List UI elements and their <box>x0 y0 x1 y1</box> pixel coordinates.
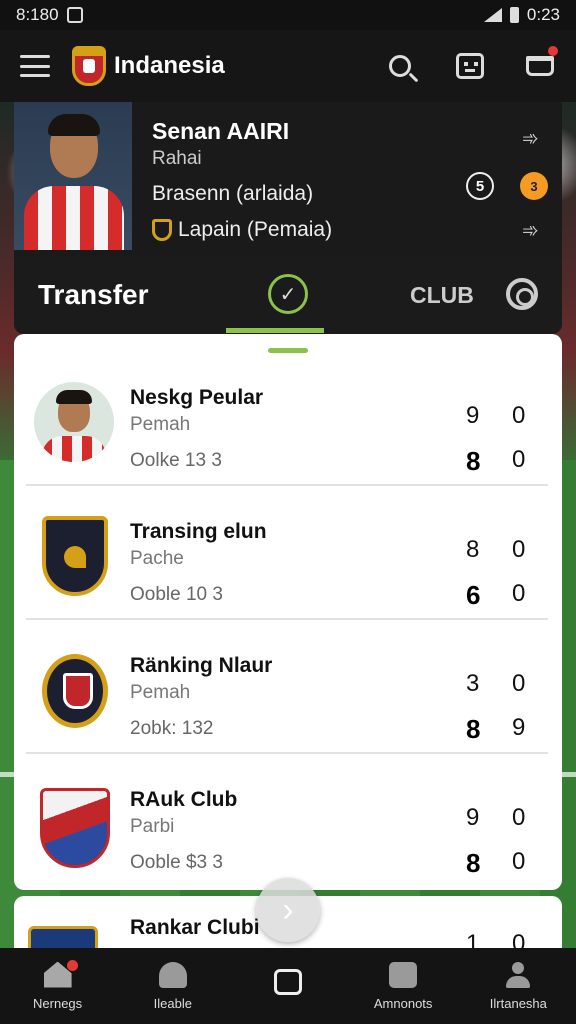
status-time-left: 8:180 <box>16 5 59 24</box>
stat-4: 0 <box>512 848 526 875</box>
stat-2: 0 <box>512 804 526 831</box>
search-button[interactable] <box>384 50 416 82</box>
profile-face-button[interactable] <box>454 50 486 82</box>
next-fab-button[interactable]: › <box>256 878 320 942</box>
nav-item-center[interactable] <box>233 969 343 1003</box>
status-bar: 8:180 0:23 <box>0 0 576 30</box>
club-list: Neskg Peular Pemah Oolke 13 3 9 0 8 0 Tr… <box>14 334 562 890</box>
cart-icon <box>526 56 554 76</box>
list-item-meta: 2obk: 132 <box>130 718 214 739</box>
stat-2: 0 <box>512 670 526 697</box>
club-crest-icon <box>72 46 106 86</box>
hamburger-icon[interactable] <box>20 55 50 77</box>
notification-dot <box>66 959 78 971</box>
check-circle-icon[interactable]: ✓ <box>268 274 308 314</box>
player-club: Brasenn (arlaida) <box>152 182 314 205</box>
stat-3: 8 <box>466 714 481 744</box>
cart-button[interactable] <box>524 46 558 82</box>
player-subtitle: Rahai <box>152 148 202 169</box>
list-item-name: RAuk Club <box>130 788 238 811</box>
status-time-right: 0:23 <box>526 5 560 24</box>
club-crest-icon <box>40 788 110 868</box>
stat-4: 0 <box>512 580 526 607</box>
list-item[interactable]: Neskg Peular Pemah Oolke 13 3 9 0 8 0 <box>26 352 548 486</box>
shield-icon <box>152 219 172 241</box>
player-badge-left[interactable]: 5 <box>466 172 494 200</box>
person-icon <box>504 961 532 988</box>
list-item[interactable]: Transing elun Pache Ooble 10 3 8 0 6 0 <box>26 486 548 620</box>
app-bar: Indanesia <box>0 30 576 102</box>
nav-label: Ilrtanesha <box>489 995 547 1011</box>
bottom-nav: Nernegs Ileable Amnonots Ilrtanesha <box>0 948 576 1024</box>
avatar <box>34 382 114 462</box>
square-icon <box>273 969 302 995</box>
nav-item-announcements[interactable]: Amnonots <box>348 961 458 1011</box>
list-item-sub: Parbi <box>130 816 175 837</box>
forward-arrow-icon[interactable]: ➾ <box>522 218 539 243</box>
player-position-label: Lapain (Pemaia) <box>178 218 333 241</box>
stat-1: 9 <box>466 804 480 831</box>
nav-item-home[interactable]: Nernegs <box>3 959 113 1011</box>
list-item-name: Transing elun <box>130 520 267 543</box>
stat-4: 0 <box>512 446 526 473</box>
stat-2: 0 <box>512 402 526 429</box>
list-item[interactable]: RAuk Club Parbi Ooble $3 3 9 0 8 0 <box>26 754 548 888</box>
list-item-meta: Ooble $3 3 <box>130 852 223 873</box>
tab-transfer[interactable]: Transfer <box>38 279 149 311</box>
tab-club[interactable]: CLUB <box>410 282 474 309</box>
stat-1: 3 <box>466 670 480 697</box>
stat-3: 6 <box>466 580 481 610</box>
face-icon <box>456 53 484 79</box>
player-photo <box>14 102 132 250</box>
stat-2: 0 <box>512 536 526 563</box>
list-item-sub: Pache <box>130 548 184 569</box>
notification-icon <box>66 7 83 23</box>
list-item-sub: Pemah <box>130 682 191 703</box>
share-arrow-icon[interactable]: ➾ <box>522 126 539 151</box>
list-item-name: Neskg Peular <box>130 386 264 409</box>
tab-strip: Transfer ✓ CLUB <box>14 256 562 334</box>
nav-item-profile[interactable]: Ilrtanesha <box>463 961 573 1011</box>
stat-1: 8 <box>466 536 480 563</box>
list-item-name: Ränking Nlaur <box>130 654 273 677</box>
player-position: Lapain (Pemaia) <box>152 218 332 242</box>
battery-icon <box>509 7 519 23</box>
nav-label: Ileable <box>153 995 192 1011</box>
stat-3: 8 <box>466 848 481 878</box>
nav-label: Amnonots <box>373 995 433 1011</box>
list-item[interactable]: Ränking Nlaur Pemah 2obk: 132 3 0 8 9 <box>26 620 548 754</box>
list-item-meta: Ooble 10 3 <box>130 584 223 605</box>
list-item-meta: Oolke 13 3 <box>130 450 222 471</box>
app-title: Indanesia <box>114 52 225 79</box>
camera-icon <box>389 961 418 988</box>
player-name: Senan AAIRI <box>152 118 290 144</box>
tab-active-indicator <box>226 328 324 333</box>
club-crest-icon <box>42 654 108 728</box>
search-icon <box>389 55 411 77</box>
club-crest-icon <box>42 516 108 596</box>
notification-dot <box>548 46 558 56</box>
gear-icon[interactable] <box>506 278 538 310</box>
list-item-name: Rankar Clubi <box>130 916 260 939</box>
cap-icon <box>158 961 187 988</box>
signal-icon <box>483 8 502 22</box>
player-badge-right[interactable]: 3 <box>520 172 548 200</box>
stat-3: 8 <box>466 446 481 476</box>
list-item-sub: Pemah <box>130 414 191 435</box>
nav-item-table[interactable]: Ileable <box>118 961 228 1011</box>
nav-label: Nernegs <box>33 995 83 1011</box>
stat-4: 9 <box>512 714 526 741</box>
stat-1: 9 <box>466 402 480 429</box>
